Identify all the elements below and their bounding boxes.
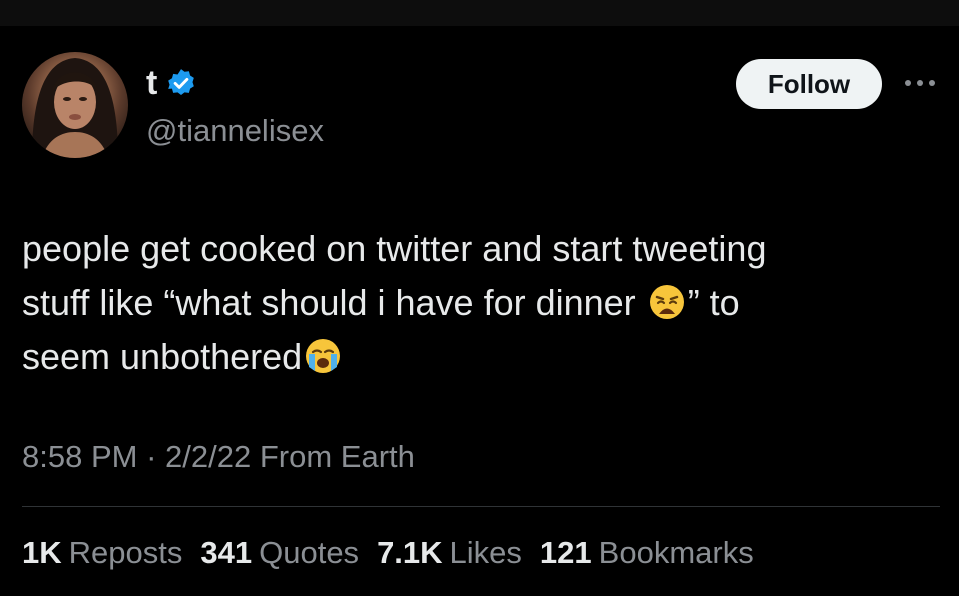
tweet-line-2-start: stuff like “what should i have for dinne… xyxy=(22,282,636,323)
tweet-date[interactable]: 2/2/22 xyxy=(165,439,251,474)
quotes-stat[interactable]: 341 Quotes xyxy=(200,532,359,574)
reposts-stat[interactable]: 1K Reposts xyxy=(22,532,182,574)
loudly-crying-face-icon xyxy=(304,336,342,374)
more-options-icon[interactable] xyxy=(900,66,940,100)
reposts-count: 1K xyxy=(22,535,62,570)
bookmarks-count: 121 xyxy=(539,535,592,570)
engagement-stats: 1K Reposts 341 Quotes 7.1K Likes 121 Bookmar… xyxy=(22,532,754,574)
likes-count: 7.1K xyxy=(377,535,443,570)
avatar[interactable] xyxy=(22,52,128,158)
quotes-count: 341 xyxy=(200,535,253,570)
tweet-time[interactable]: 8:58 PM xyxy=(22,439,137,474)
author-name[interactable]: t xyxy=(146,63,157,103)
author-handle[interactable]: @tiannelisex xyxy=(146,112,324,150)
likes-stat[interactable]: 7.1K Likes xyxy=(377,532,522,574)
tweet-text: people get cooked on twitter and start t… xyxy=(22,222,922,384)
follow-button[interactable]: Follow xyxy=(736,59,882,109)
weary-face-icon xyxy=(648,282,686,320)
quotes-label: Quotes xyxy=(259,535,360,570)
divider xyxy=(22,506,940,507)
meta-separator: · xyxy=(146,439,157,474)
tweet-meta: 8:58 PM · 2/2/22 From Earth xyxy=(22,437,415,477)
tweet-line-1: people get cooked on twitter and start t… xyxy=(22,228,767,269)
bookmarks-stat[interactable]: 121 Bookmarks xyxy=(540,532,754,574)
tweet-line-2-end: ” to xyxy=(687,282,740,323)
likes-label: Likes xyxy=(449,535,522,570)
top-bar xyxy=(0,0,959,26)
reposts-label: Reposts xyxy=(68,535,183,570)
verified-badge-icon xyxy=(165,67,197,99)
tweet-line-3: seem unbothered xyxy=(22,336,303,377)
tweet-source: From Earth xyxy=(259,439,415,474)
bookmarks-label: Bookmarks xyxy=(598,535,754,570)
